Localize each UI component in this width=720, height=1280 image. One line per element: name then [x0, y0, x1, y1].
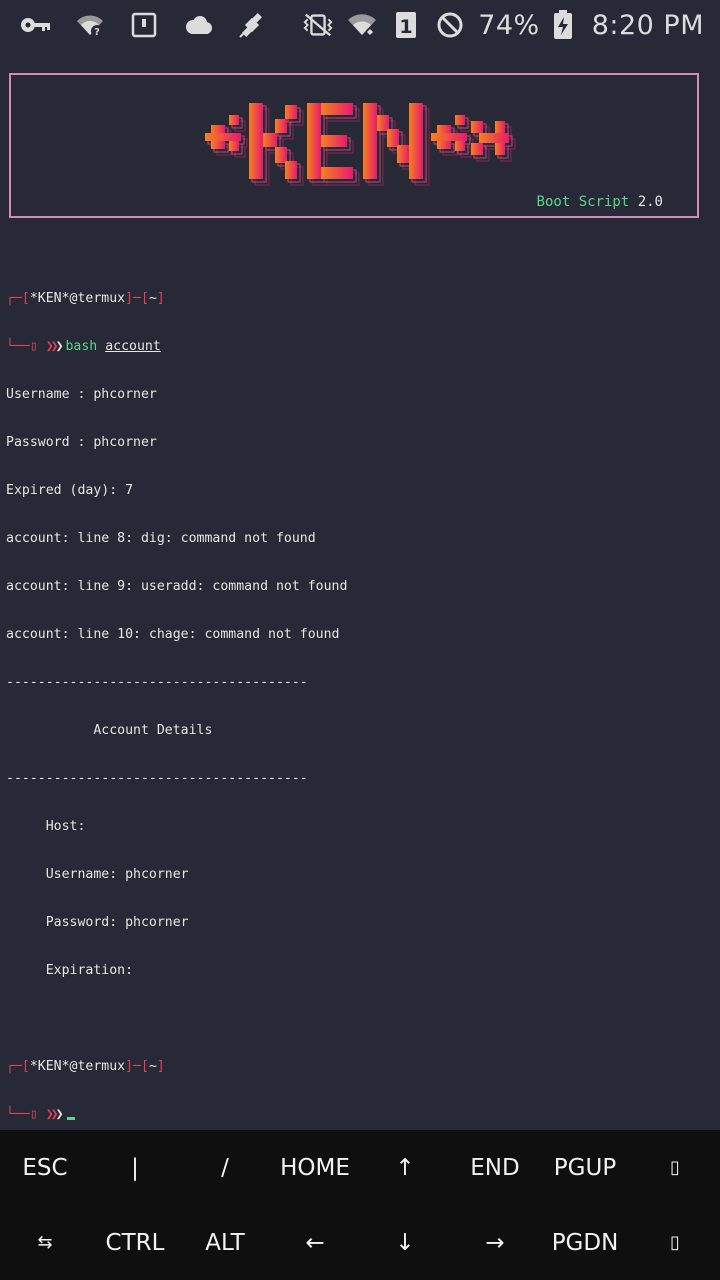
battery-charging-icon — [552, 10, 574, 39]
down-arrow-key[interactable]: ↓ — [360, 1230, 450, 1256]
command-arg: account — [105, 339, 161, 354]
slash-key[interactable]: / — [180, 1155, 270, 1181]
pgup-key[interactable]: PGUP — [540, 1155, 630, 1181]
banner-subtitle: Boot Script 2.0 — [537, 194, 663, 210]
command-line: └──▯ ❯❯❯ bash account — [6, 339, 161, 354]
left-arrow-key[interactable]: ← — [270, 1230, 360, 1256]
svg-text:?: ? — [94, 27, 100, 37]
section-title: Account Details — [6, 723, 213, 738]
logo-text: *KEN* — [517, 97, 518, 98]
output-line: Password: phcorner — [6, 915, 189, 930]
prompt-user: *KEN*@termux — [29, 291, 126, 306]
battery-percentage: 74% — [478, 9, 540, 41]
sim-card-icon — [128, 11, 160, 39]
svg-text:1: 1 — [400, 16, 413, 38]
extra-keys-row-2: ⇆ CTRL ALT ← ↓ → PGDN ▯ — [0, 1205, 720, 1280]
output-line: account: line 9: useradd: command not fo… — [6, 579, 348, 594]
esc-key[interactable]: ESC — [0, 1155, 90, 1181]
end-key[interactable]: END — [450, 1155, 540, 1181]
output-line: account: line 10: chage: command not fou… — [6, 627, 340, 642]
divider-line: -------------------------------------- — [6, 675, 308, 690]
sim-1-icon: 1 — [390, 11, 422, 39]
satellite-icon — [236, 11, 268, 39]
prompt-line-2: ┌─[*KEN*@termux]─[~] — [6, 1059, 165, 1074]
key-icon — [20, 11, 52, 39]
output-line: Username : phcorner — [6, 387, 157, 402]
prompt-line-1: ┌─[*KEN*@termux]─[~] — [6, 291, 165, 306]
right-arrow-key[interactable]: → — [450, 1230, 540, 1256]
unknown-glyph-key[interactable]: ▯ — [630, 1157, 720, 1178]
unknown-glyph-key[interactable]: ▯ — [630, 1232, 720, 1253]
output-line: Expired (day): 7 — [6, 483, 134, 498]
output-line: Password : phcorner — [6, 435, 157, 450]
output-line: Username: phcorner — [6, 867, 189, 882]
extra-keys-row-1: ESC | / HOME ↑ END PGUP ▯ — [0, 1130, 720, 1205]
wifi-signal-icon — [346, 11, 378, 39]
output-line: Expiration: — [6, 963, 134, 978]
extra-keys-bar: ESC | / HOME ↑ END PGUP ▯ ⇆ CTRL ALT ← ↓… — [0, 1130, 720, 1280]
up-arrow-key[interactable]: ↑ — [360, 1155, 450, 1181]
home-key[interactable]: HOME — [270, 1155, 360, 1181]
pgdn-key[interactable]: PGDN — [540, 1230, 630, 1256]
alt-key[interactable]: ALT — [180, 1230, 270, 1256]
ken-logo: *KEN* — [205, 97, 517, 193]
prompt-dir: ~ — [148, 291, 157, 306]
status-bar: ? 1 74% 8:20 PM — [0, 0, 720, 50]
tab-key[interactable]: ⇆ — [0, 1232, 90, 1253]
input-line[interactable]: └──▯ ❯❯❯ — [6, 1107, 714, 1123]
script-version: 2.0 — [637, 194, 663, 210]
ctrl-key[interactable]: CTRL — [90, 1230, 180, 1256]
vibrate-mute-icon — [302, 11, 334, 39]
output-line: Host: — [6, 819, 86, 834]
script-name: Boot Script — [536, 194, 630, 210]
terminal-output[interactable]: ┌─[*KEN*@termux]─[~] └──▯ ❯❯❯ bash accou… — [6, 259, 714, 1139]
cloud-icon — [182, 11, 214, 39]
output-line: account: line 8: dig: command not found — [6, 531, 316, 546]
prompt-dir: ~ — [148, 1059, 157, 1074]
text-cursor — [67, 1117, 76, 1120]
divider-line: -------------------------------------- — [6, 771, 308, 786]
prompt-user: *KEN*@termux — [29, 1059, 126, 1074]
wifi-question-icon: ? — [74, 11, 106, 39]
do-not-disturb-icon — [434, 11, 466, 39]
command-name: bash — [65, 339, 98, 354]
clock: 8:20 PM — [591, 9, 704, 41]
ken-banner: *KEN* Boot Script 2.0 — [9, 73, 699, 218]
pipe-key[interactable]: | — [90, 1155, 180, 1181]
